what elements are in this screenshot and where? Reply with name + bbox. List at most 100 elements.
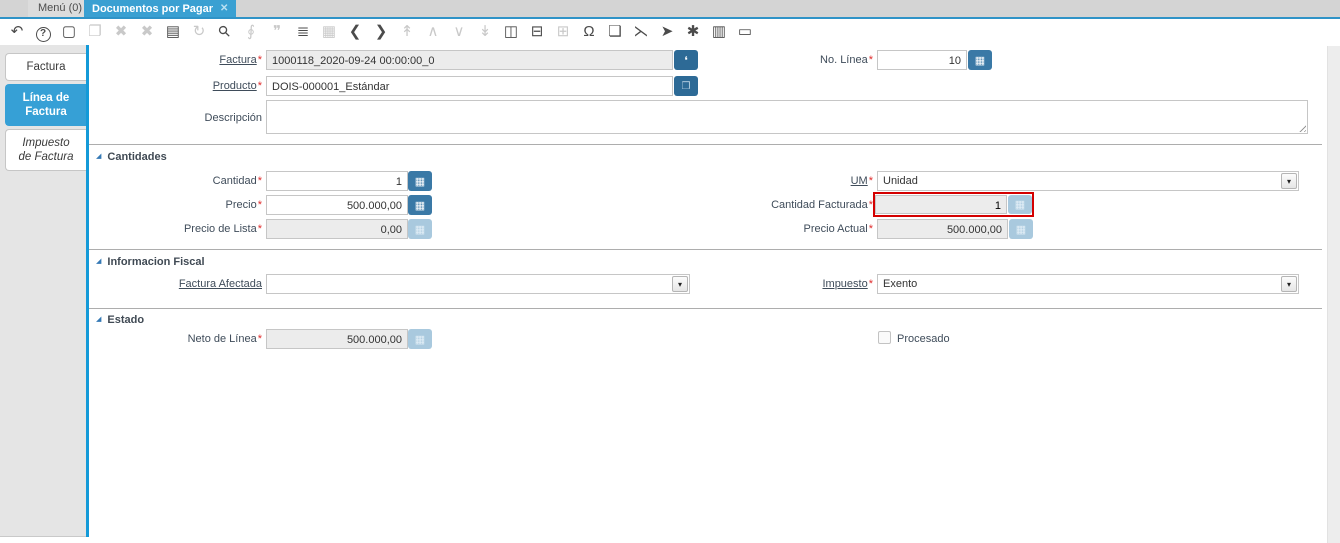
cantidad-facturada-field-box (875, 195, 1007, 215)
section-informacion-fiscal-label: Informacion Fiscal (107, 256, 205, 268)
calendar-icon: ▦ (321, 23, 337, 40)
section-cantidades[interactable]: ◢ Cantidades (96, 151, 167, 163)
precio-calculator-button[interactable]: ▦ (408, 195, 432, 215)
section-informacion-fiscal[interactable]: ◢ Informacion Fiscal (96, 256, 205, 268)
section-divider (89, 249, 1322, 250)
tab-documentos-por-pagar[interactable]: Documentos por Pagar ✕ (84, 0, 237, 17)
um-dropdown[interactable]: Unidad ▾ (877, 171, 1299, 191)
precio-actual-calculator-button: ▦ (1009, 219, 1033, 239)
calculator-icon: ▦ (414, 199, 426, 212)
chevron-down-icon[interactable]: ▾ (1281, 173, 1297, 189)
chevron-down-icon[interactable]: ▾ (1281, 276, 1297, 292)
descripcion-textarea[interactable] (267, 101, 1307, 133)
cantidad-calculator-button[interactable]: ▦ (408, 171, 432, 191)
factura-label: Factura* (219, 54, 262, 66)
calculator-icon: ▦ (974, 54, 986, 67)
detail-record-icon: ∨ (453, 23, 465, 40)
help-icon[interactable]: ? (30, 20, 56, 44)
collapse-icon: ◢ (96, 258, 102, 265)
send-mail-icon[interactable]: ➤ (654, 20, 680, 44)
no-linea-input[interactable] (878, 52, 966, 70)
cantidad-facturada-highlight: ▦ (873, 192, 1034, 217)
procesado-label: Procesado (897, 333, 950, 345)
chat-icon: ❞ (272, 23, 282, 40)
new-record-icon[interactable]: ▢ (56, 20, 82, 44)
first-record-icon: ↟ (400, 23, 414, 40)
neto-de-linea-input (267, 331, 407, 349)
cantidad-facturada-input[interactable] (876, 197, 1006, 215)
collapse-icon: ◢ (96, 153, 102, 160)
toolbar: ↶? ▢ ❐ ✖ ✖ ▤ ↻ ⚲ ∮ ❞ ≣ ▦ ❮ ❯ ↟ ∧ ∨ ↡ ◫ ⊟ ⊞ Ω ❏ ⋋ ➤ ✱ ▥ ▭ (4, 19, 1336, 45)
quick-form-icon[interactable]: ▭ (732, 20, 758, 44)
precio-de-lista-label: Precio de Lista* (183, 223, 262, 235)
precio-input[interactable] (267, 197, 407, 215)
sidebar-tabs: Factura Línea de Factura Impuesto de Factu… (0, 45, 86, 537)
producto-search-button[interactable]: ❒ (674, 76, 698, 96)
cantidad-label: Cantidad* (212, 175, 262, 187)
calculator-icon: ▦ (1015, 223, 1027, 236)
tab-impuesto-de-factura[interactable]: Impuesto de Factura (5, 129, 86, 171)
um-value: Unidad (883, 175, 918, 187)
delete-record-icon: ✖ (114, 23, 128, 40)
tab-label: Documentos por Pagar (92, 2, 214, 15)
section-divider (89, 308, 1322, 309)
tab-menu[interactable]: Menú (0) (28, 0, 93, 17)
impuesto-value: Exento (883, 278, 918, 290)
cantidad-field-box (266, 171, 408, 191)
precio-de-lista-field-box (266, 219, 408, 239)
undo-icon[interactable]: ↶ (4, 20, 30, 44)
um-label: UM* (850, 175, 873, 187)
section-estado[interactable]: ◢ Estado (96, 314, 144, 326)
cantidad-facturada-calculator-button: ▦ (1008, 195, 1032, 214)
impuesto-label: Impuesto* (822, 278, 873, 290)
documentos-por-pagar-window: Menú (0) Documentos por Pagar ✕ ↶? ▢ ❐ ✖ ✖ ▤ ↻… (0, 0, 1340, 543)
delete-selection-icon: ✖ (140, 23, 154, 40)
copy-record-icon: ❐ (88, 23, 102, 40)
print-icon: ⊞ (556, 23, 570, 40)
factura-afectada-label: Factura Afectada (178, 278, 262, 290)
descripcion-label: Descripción (204, 112, 262, 124)
no-linea-field-box (877, 50, 967, 70)
tab-linea-de-factura[interactable]: Línea de Factura (5, 84, 86, 126)
report-icon[interactable]: ◫ (498, 20, 524, 44)
precio-label: Precio* (225, 199, 262, 211)
calculator-icon: ▦ (414, 333, 426, 346)
next-record-icon[interactable]: ❯ (368, 20, 394, 44)
product-info-icon[interactable]: ▥ (706, 20, 732, 44)
precio-de-lista-input (267, 221, 407, 239)
product-search-icon: ❒ (681, 80, 691, 92)
impuesto-dropdown[interactable]: Exento ▾ (877, 274, 1299, 294)
parent-record-icon: ∧ (427, 23, 439, 40)
no-linea-calculator-button[interactable]: ▦ (968, 50, 992, 70)
precio-actual-input (878, 221, 1007, 239)
precio-actual-field-box (877, 219, 1008, 239)
calculator-icon: ▦ (414, 223, 426, 236)
cantidad-input[interactable] (267, 173, 407, 191)
precio-actual-label: Precio Actual* (803, 223, 873, 235)
producto-input[interactable] (267, 78, 672, 96)
producto-label: Producto* (212, 80, 262, 92)
vertical-scrollbar[interactable] (1327, 46, 1340, 543)
section-divider (89, 144, 1322, 145)
neto-de-linea-calculator-button: ▦ (408, 329, 432, 349)
save-icon[interactable]: ▤ (160, 20, 186, 44)
precio-de-lista-calculator-button: ▦ (408, 219, 432, 239)
descripcion-field-box (266, 100, 1308, 134)
close-tab-icon[interactable]: ✕ (220, 3, 228, 14)
neto-de-linea-label: Neto de Línea* (187, 333, 262, 345)
preferences-icon[interactable]: ✱ (680, 20, 706, 44)
neto-de-linea-field-box (266, 329, 408, 349)
calculator-icon: ▦ (414, 175, 426, 188)
section-estado-label: Estado (107, 314, 145, 326)
lock-icon[interactable]: Ω (576, 20, 602, 44)
cantidad-facturada-label: Cantidad Facturada* (771, 199, 873, 211)
archive-icon[interactable]: ⊟ (524, 20, 550, 44)
zoom-across-icon[interactable]: ❏ (602, 20, 628, 44)
grid-toggle-icon[interactable]: ≣ (290, 20, 316, 44)
workflow-icon[interactable]: ⋋ (628, 20, 654, 44)
tab-factura[interactable]: Factura (5, 53, 86, 81)
collapse-icon: ◢ (96, 316, 102, 323)
procesado-checkbox[interactable] (878, 331, 891, 344)
prev-record-icon[interactable]: ❮ (342, 20, 368, 44)
last-record-icon: ↡ (478, 23, 492, 40)
